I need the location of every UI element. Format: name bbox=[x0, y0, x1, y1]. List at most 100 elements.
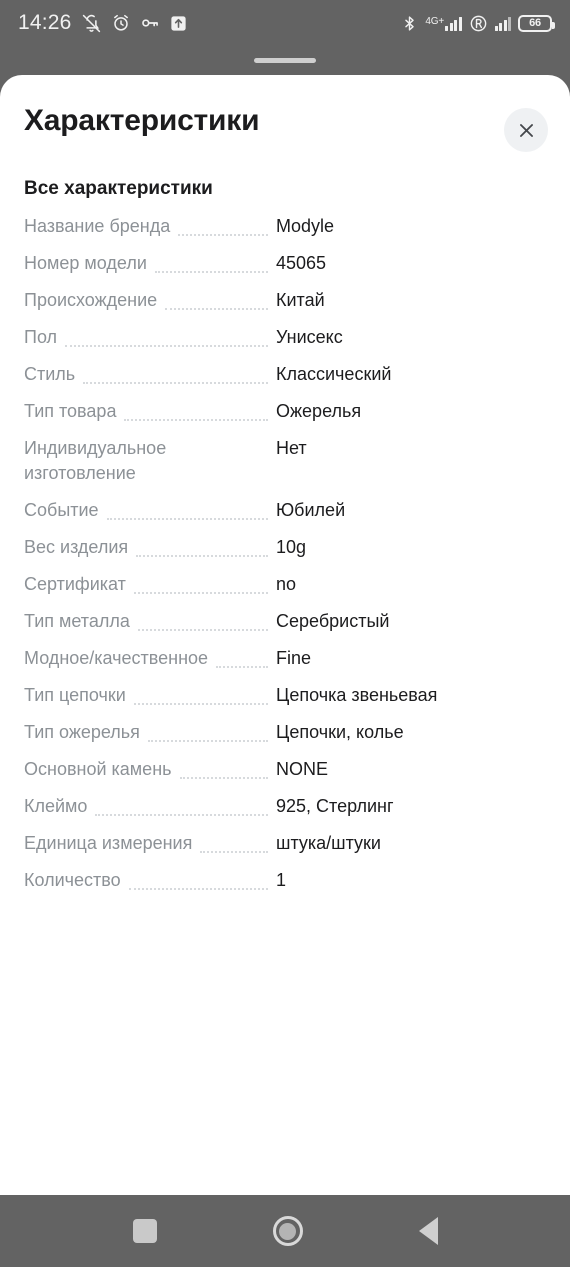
spec-row: Тип товара Ожерелья bbox=[24, 399, 546, 424]
battery-icon: 66 bbox=[518, 14, 555, 32]
spec-label: Тип цепочки bbox=[24, 685, 126, 705]
status-bar-clock: 14:26 bbox=[18, 11, 72, 34]
specifications-sheet: Характеристики Все характеристики Назван… bbox=[0, 75, 570, 1195]
spec-leader-dots bbox=[137, 609, 268, 631]
spec-leader-dots bbox=[83, 362, 268, 384]
android-nav-bar bbox=[0, 1195, 570, 1267]
spec-leader-dots bbox=[179, 757, 268, 779]
specifications-list: Название бренда Modyle Номер модели 45065 Пр… bbox=[0, 200, 570, 893]
spec-row: Тип металла Серебристый bbox=[24, 609, 546, 634]
spec-row: Модное/качественное Fine bbox=[24, 646, 546, 671]
spec-row: Номер модели 45065 bbox=[24, 251, 546, 276]
spec-row: Индивидуальное изготовление Нет bbox=[24, 436, 546, 486]
spec-value: штука/штуки bbox=[276, 833, 381, 853]
spec-row: Количество 1 bbox=[24, 868, 546, 893]
spec-value: 1 bbox=[276, 870, 287, 890]
status-bar-left: 14:26 bbox=[18, 11, 188, 35]
spec-row: Тип цепочки Цепочка звеньевая bbox=[24, 683, 546, 708]
spec-leader-dots bbox=[124, 399, 268, 421]
key-icon bbox=[141, 19, 158, 27]
spec-value: NONE bbox=[276, 759, 329, 779]
close-button[interactable] bbox=[504, 108, 548, 152]
spec-value: no bbox=[276, 574, 297, 594]
signal-secondary-icon bbox=[494, 16, 511, 31]
sheet-drag-handle[interactable] bbox=[254, 58, 316, 63]
spec-value: Классический bbox=[276, 364, 392, 384]
spec-leader-dots bbox=[65, 325, 268, 347]
spec-row: Название бренда Modyle bbox=[24, 214, 546, 239]
spec-label: Тип металла bbox=[24, 611, 130, 631]
spec-row: Сертификат no bbox=[24, 572, 546, 597]
spec-leader-dots bbox=[136, 535, 268, 557]
spec-leader-dots bbox=[216, 646, 268, 668]
spec-leader-dots bbox=[133, 683, 268, 705]
spec-leader-dots bbox=[106, 498, 268, 520]
spec-value: 45065 bbox=[276, 253, 327, 273]
spec-value: 925, Стерлинг bbox=[276, 796, 394, 816]
spec-value: 10g bbox=[276, 537, 307, 557]
spec-value: Цепочка звеньевая bbox=[276, 685, 438, 705]
bell-muted-icon bbox=[82, 14, 100, 32]
spec-label: Сертификат bbox=[24, 574, 126, 594]
alarm-clock-icon bbox=[113, 14, 128, 31]
spec-leader-dots bbox=[178, 214, 268, 236]
spec-value: Юбилей bbox=[276, 500, 346, 520]
spec-label: Название бренда bbox=[24, 216, 171, 236]
battery-level-label: 66 bbox=[529, 17, 541, 29]
spec-leader-dots bbox=[147, 720, 268, 742]
spec-value: Fine bbox=[276, 648, 312, 668]
spec-leader-dots bbox=[95, 794, 268, 816]
sheet-header: Характеристики bbox=[0, 75, 570, 152]
spec-label: Количество bbox=[24, 870, 121, 890]
status-bar: 14:26 4G+ 66 bbox=[0, 0, 570, 46]
spec-row: Вес изделия 10g bbox=[24, 535, 546, 560]
spec-label: Событие bbox=[24, 500, 99, 520]
spec-row: Происхождение Китай bbox=[24, 288, 546, 313]
spec-leader-dots bbox=[165, 288, 268, 310]
recents-button-icon[interactable] bbox=[132, 1219, 157, 1243]
spec-label: Индивидуальное изготовление bbox=[24, 438, 167, 483]
spec-label: Модное/качественное bbox=[24, 648, 209, 668]
phone-screen: 14:26 4G+ 66 Характеристики Все характер… bbox=[0, 0, 570, 1267]
spec-value: Цепочки, колье bbox=[276, 722, 404, 742]
bluetooth-icon bbox=[405, 15, 415, 31]
spec-value: Modyle bbox=[276, 216, 335, 236]
spec-row: Основной камень NONE bbox=[24, 757, 546, 782]
spec-row: Тип ожерелья Цепочки, колье bbox=[24, 720, 546, 745]
spec-row: Пол Унисекс bbox=[24, 325, 546, 350]
section-title: Все характеристики bbox=[24, 178, 213, 199]
spec-label: Тип товара bbox=[24, 401, 117, 421]
spec-label: Тип ожерелья bbox=[24, 722, 140, 742]
status-bar-right: 4G+ 66 bbox=[401, 14, 555, 33]
spec-value: Серебристый bbox=[276, 611, 390, 631]
back-button-icon[interactable] bbox=[418, 1217, 438, 1245]
spec-label: Клеймо bbox=[24, 796, 88, 816]
spec-value: Нет bbox=[276, 438, 307, 458]
spec-value: Китай bbox=[276, 290, 325, 310]
roaming-icon bbox=[470, 15, 486, 31]
spec-leader-dots bbox=[154, 251, 268, 273]
page-title: Характеристики bbox=[24, 104, 260, 137]
spec-label: Основной камень bbox=[24, 759, 172, 779]
spec-label: Стиль bbox=[24, 364, 76, 384]
spec-row: Единица измерения штука/штуки bbox=[24, 831, 546, 856]
network-type-label: 4G+ bbox=[425, 15, 444, 27]
home-button-icon[interactable] bbox=[272, 1216, 303, 1246]
spec-leader-dots bbox=[128, 868, 268, 890]
spec-label: Происхождение bbox=[24, 290, 158, 310]
upload-box-icon bbox=[170, 15, 186, 31]
spec-value: Унисекс bbox=[276, 327, 343, 347]
spec-label: Единица измерения bbox=[24, 833, 193, 853]
spec-row: Клеймо 925, Стерлинг bbox=[24, 794, 546, 819]
spec-leader-dots bbox=[192, 436, 268, 458]
close-icon bbox=[519, 123, 533, 137]
spec-row: Событие Юбилей bbox=[24, 498, 546, 523]
spec-label: Вес изделия bbox=[24, 537, 129, 557]
spec-leader-dots bbox=[133, 572, 268, 594]
signal-icon: 4G+ bbox=[425, 15, 462, 31]
spec-value: Ожерелья bbox=[276, 401, 362, 421]
spec-leader-dots bbox=[200, 831, 268, 853]
spec-row: Стиль Классический bbox=[24, 362, 546, 387]
spec-label: Номер модели bbox=[24, 253, 147, 273]
spec-label: Пол bbox=[24, 327, 58, 347]
